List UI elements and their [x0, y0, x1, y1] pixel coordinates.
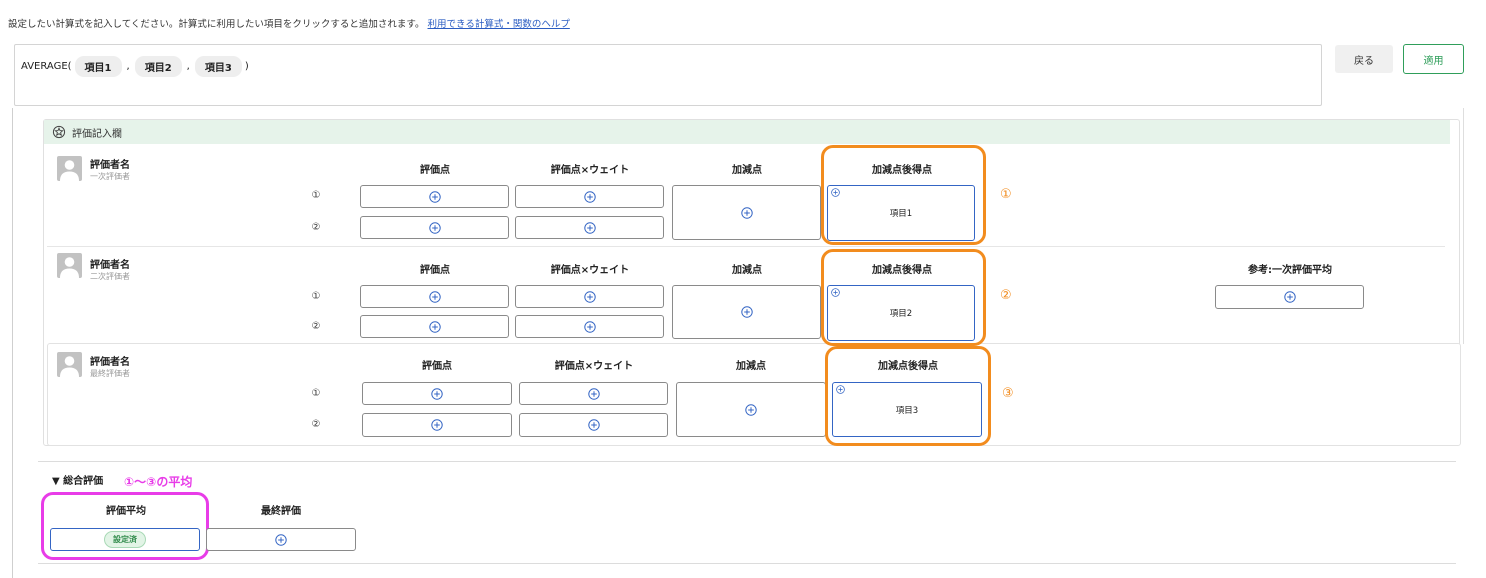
weighted-field[interactable]	[519, 413, 668, 437]
instruction-label: 設定したい計算式を記入してください。計算式に利用したい項目をクリックすると追加さ…	[8, 19, 425, 30]
formula-input[interactable]: AVERAGE( 項目1 , 項目2 , 項目3 )	[14, 44, 1322, 106]
col-score: 評価点	[420, 265, 450, 276]
status-badge: 設定済	[104, 531, 146, 548]
panel-title: 評価記入欄	[72, 128, 122, 140]
plus-circle-icon	[583, 190, 596, 203]
final-score-field[interactable]	[206, 528, 356, 551]
evaluator-role: 一次評価者	[90, 172, 130, 181]
summary-divider	[38, 461, 1456, 462]
apply-button[interactable]: 適用	[1403, 44, 1464, 74]
formula-chip-item2[interactable]: 項目2	[134, 56, 182, 77]
col-reference: 参考:一次評価平均	[1248, 265, 1332, 276]
formula-separator: ,	[126, 61, 130, 72]
plus-circle-icon	[587, 387, 600, 400]
weighted-field[interactable]	[515, 285, 664, 308]
plus-circle-icon	[583, 290, 596, 303]
panel-header: 評価記入欄	[44, 120, 1450, 144]
annotation-number: ①	[1000, 187, 1012, 202]
plus-circle-icon	[583, 320, 596, 333]
score-field[interactable]	[362, 413, 512, 437]
evaluator-name: 評価者名	[90, 160, 130, 171]
plus-circle-icon	[428, 320, 441, 333]
instruction-text: 設定したい計算式を記入してください。計算式に利用したい項目をクリックすると追加さ…	[8, 16, 570, 30]
row-number: ①	[311, 190, 321, 201]
plus-circle-icon	[428, 221, 441, 234]
score-field[interactable]	[362, 382, 512, 405]
avatar-icon	[57, 352, 82, 377]
average-field[interactable]: 設定済	[50, 528, 200, 551]
row-number: ②	[311, 321, 321, 332]
row-number: ①	[311, 291, 321, 302]
content-left-border	[12, 108, 13, 578]
col-adjust: 加減点	[736, 361, 766, 372]
weighted-field[interactable]	[515, 315, 664, 338]
after-score-field[interactable]: 項目3	[832, 382, 982, 437]
formula-expression: AVERAGE( 項目1 , 項目2 , 項目3 )	[21, 56, 249, 77]
row-number: ②	[311, 222, 321, 233]
annotation-number: ③	[1002, 386, 1014, 401]
plus-circle-icon	[431, 387, 443, 400]
plus-circle-icon	[740, 206, 753, 219]
item-label: 項目2	[889, 309, 913, 319]
avatar-icon	[57, 156, 82, 181]
reference-average-field[interactable]	[1215, 285, 1364, 309]
plus-circle-icon	[275, 533, 287, 546]
col-adjust: 加減点	[732, 165, 762, 176]
summary-toggle[interactable]: ▼ 総合評価	[52, 472, 103, 487]
weighted-field[interactable]	[515, 185, 664, 208]
evaluator-role: 最終評価者	[90, 369, 130, 378]
row-number: ①	[311, 388, 321, 399]
plus-circle-icon	[745, 403, 757, 416]
formula-chip-item1[interactable]: 項目1	[74, 56, 122, 77]
after-score-field[interactable]: 項目1	[827, 185, 975, 241]
col-weighted: 評価点×ウェイト	[550, 165, 630, 176]
after-score-field[interactable]: 項目2	[827, 285, 975, 341]
formula-chip-item3[interactable]: 項目3	[194, 56, 242, 77]
col-weighted: 評価点×ウェイト	[550, 265, 630, 276]
score-field[interactable]	[360, 216, 509, 239]
plus-circle-icon	[836, 385, 845, 394]
plus-circle-icon	[428, 190, 441, 203]
help-link[interactable]: 利用できる計算式・関数のヘルプ	[428, 19, 570, 30]
plus-circle-icon	[583, 221, 596, 234]
plus-circle-icon	[428, 290, 441, 303]
evaluator-role: 二次評価者	[90, 272, 130, 281]
plus-circle-icon	[740, 306, 753, 318]
score-field[interactable]	[360, 285, 509, 308]
plus-circle-icon	[831, 188, 840, 197]
adjust-field[interactable]	[676, 382, 826, 437]
plus-circle-icon	[587, 419, 600, 431]
item-label: 項目1	[889, 209, 913, 219]
score-field[interactable]	[360, 185, 509, 208]
content-right-border	[1463, 108, 1464, 344]
score-field[interactable]	[360, 315, 509, 338]
adjust-field[interactable]	[672, 185, 821, 240]
weighted-field[interactable]	[515, 216, 664, 239]
avatar-icon	[57, 253, 82, 278]
col-final: 最終評価	[261, 506, 301, 517]
col-adjust: 加減点	[732, 265, 762, 276]
summary-bottom-divider	[38, 563, 1456, 564]
back-button[interactable]: 戻る	[1335, 45, 1393, 73]
plus-circle-icon	[1283, 291, 1296, 303]
col-score: 評価点	[422, 361, 452, 372]
row-number: ②	[311, 419, 321, 430]
col-weighted: 評価点×ウェイト	[554, 361, 634, 372]
annotation-number: ②	[1000, 288, 1012, 303]
settings-icon	[52, 125, 66, 139]
evaluator-name: 評価者名	[90, 357, 130, 368]
formula-close: )	[244, 61, 249, 72]
formula-function: AVERAGE(	[21, 61, 72, 72]
evaluator-name: 評価者名	[90, 260, 130, 271]
plus-circle-icon	[831, 288, 840, 297]
row-divider	[47, 246, 1445, 247]
item-label: 項目3	[895, 405, 919, 416]
weighted-field[interactable]	[519, 382, 668, 405]
average-annotation: ①〜③の平均	[124, 475, 193, 489]
plus-circle-icon	[431, 419, 443, 431]
adjust-field[interactable]	[672, 285, 821, 339]
formula-separator: ,	[186, 61, 190, 72]
col-score: 評価点	[420, 165, 450, 176]
